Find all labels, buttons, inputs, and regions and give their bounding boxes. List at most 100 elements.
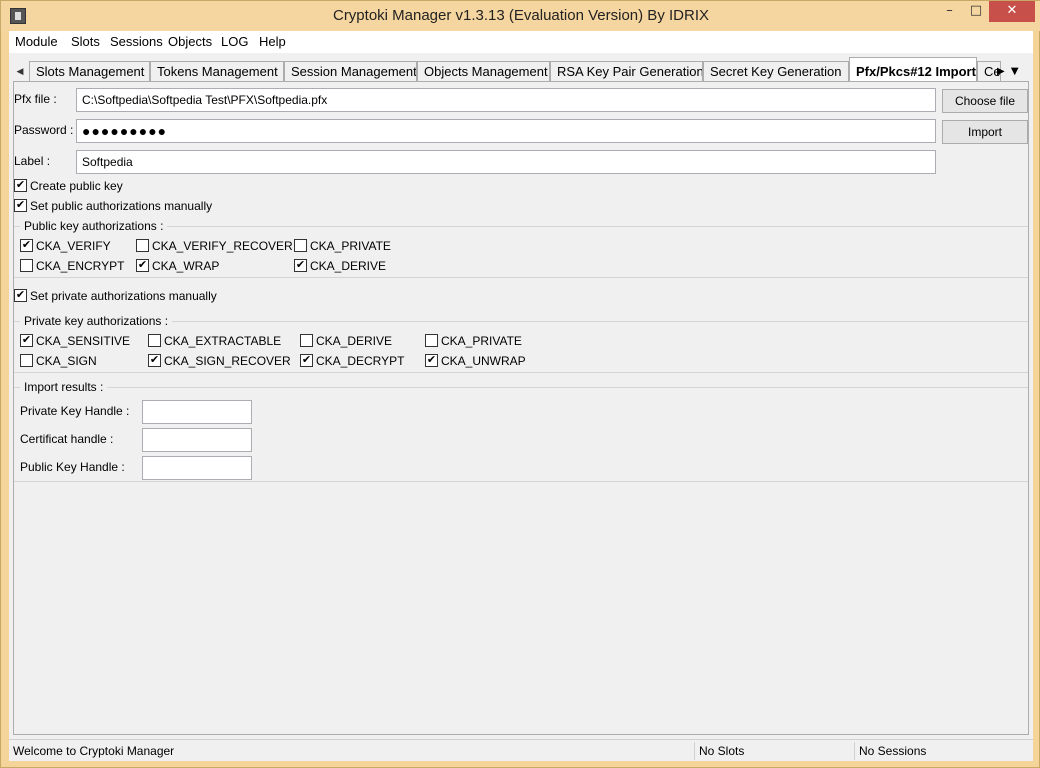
checkbox-box[interactable]: [425, 334, 438, 347]
tab-objects-management[interactable]: Objects Management: [417, 61, 550, 83]
pub-cka-derive-checkbox[interactable]: CKA_DERIVE: [294, 259, 386, 275]
checkbox-box[interactable]: [300, 334, 313, 347]
priv-cka-sign-recover-checkbox[interactable]: CKA_SIGN_RECOVER: [148, 354, 291, 370]
tab-scroll-left-icon[interactable]: ◀: [13, 61, 27, 83]
tab-secret-key-generation[interactable]: Secret Key Generation: [703, 61, 849, 83]
set-public-auth-label: Set public authorizations manually: [30, 199, 213, 213]
priv-cka-unwrap-label: CKA_UNWRAP: [441, 354, 526, 368]
client-area: ◀ Slots Management Tokens Management Ses…: [9, 53, 1033, 739]
create-public-key-checkbox[interactable]: Create public key: [14, 179, 123, 195]
private-key-authorizations-group: Private key authorizations : CKA_SENSITI…: [14, 314, 1028, 373]
label-input[interactable]: Softpedia: [76, 150, 936, 174]
create-public-key-label: Create public key: [30, 179, 123, 193]
priv-cka-decrypt-label: CKA_DECRYPT: [316, 354, 405, 368]
pub-cka-wrap-checkbox[interactable]: CKA_WRAP: [136, 259, 219, 275]
checkbox-box[interactable]: [300, 354, 313, 367]
minimize-button[interactable]: –: [936, 1, 963, 22]
priv-cka-decrypt-checkbox[interactable]: CKA_DECRYPT: [300, 354, 404, 370]
certificat-handle-label: Certificat handle :: [20, 432, 114, 446]
tab-scroll-right-icon[interactable]: ▶: [997, 66, 1005, 77]
priv-cka-derive-checkbox[interactable]: CKA_DERIVE: [300, 334, 392, 350]
checkbox-box[interactable]: [14, 199, 27, 212]
import-results-group: Import results : Private Key Handle : Ce…: [14, 380, 1028, 482]
title-bar: Cryptoki Manager v1.3.13 (Evaluation Ver…: [1, 1, 1040, 31]
set-private-auth-checkbox[interactable]: Set private authorizations manually: [14, 289, 217, 305]
priv-cka-extractable-checkbox[interactable]: CKA_EXTRACTABLE: [148, 334, 281, 350]
checkbox-box[interactable]: [20, 239, 33, 252]
public-key-authorizations-group: Public key authorizations : CKA_VERIFY C…: [14, 219, 1028, 278]
menu-slots[interactable]: Slots: [71, 34, 100, 49]
pfx-file-input[interactable]: C:\Softpedia\Softpedia Test\PFX\Softpedi…: [76, 88, 936, 112]
private-key-handle-label: Private Key Handle :: [20, 404, 130, 418]
priv-cka-sign-label: CKA_SIGN: [36, 354, 97, 368]
private-key-authorizations-title: Private key authorizations :: [20, 314, 173, 328]
status-sessions: No Sessions: [859, 744, 927, 758]
certificat-handle-field[interactable]: [142, 428, 252, 452]
checkbox-box[interactable]: [14, 289, 27, 302]
tab-session-management[interactable]: Session Management: [284, 61, 417, 83]
tab-tokens-management[interactable]: Tokens Management: [150, 61, 284, 83]
tab-slots-management[interactable]: Slots Management: [29, 61, 150, 83]
priv-cka-unwrap-checkbox[interactable]: CKA_UNWRAP: [425, 354, 526, 370]
checkbox-box[interactable]: [136, 239, 149, 252]
checkbox-box[interactable]: [20, 259, 33, 272]
pfx-file-label: Pfx file :: [14, 92, 57, 106]
menu-bar: Module Slots Sessions Objects LOG Help: [9, 31, 1033, 53]
priv-cka-sign-checkbox[interactable]: CKA_SIGN: [20, 354, 97, 370]
close-button[interactable]: ✕: [989, 1, 1035, 22]
pub-cka-wrap-label: CKA_WRAP: [152, 259, 220, 273]
status-message: Welcome to Cryptoki Manager: [9, 742, 695, 760]
public-key-authorizations-title: Public key authorizations :: [20, 219, 168, 233]
choose-file-button[interactable]: Choose file: [942, 89, 1028, 113]
pfx-import-panel: Pfx file : C:\Softpedia\Softpedia Test\P…: [13, 81, 1029, 735]
set-public-auth-checkbox[interactable]: Set public authorizations manually: [14, 199, 212, 215]
checkbox-box[interactable]: [136, 259, 149, 272]
pub-cka-verify-recover-label: CKA_VERIFY_RECOVER: [152, 239, 293, 253]
checkbox-box[interactable]: [148, 354, 161, 367]
priv-cka-sensitive-checkbox[interactable]: CKA_SENSITIVE: [20, 334, 130, 350]
priv-cka-derive-label: CKA_DERIVE: [316, 334, 393, 348]
priv-cka-sign-recover-label: CKA_SIGN_RECOVER: [164, 354, 291, 368]
pub-cka-encrypt-checkbox[interactable]: CKA_ENCRYPT: [20, 259, 124, 275]
status-bar: Welcome to Cryptoki Manager No Slots No …: [9, 739, 1033, 761]
pub-cka-encrypt-label: CKA_ENCRYPT: [36, 259, 125, 273]
checkbox-box[interactable]: [20, 334, 33, 347]
checkbox-box[interactable]: [294, 239, 307, 252]
pub-cka-private-checkbox[interactable]: CKA_PRIVATE: [294, 239, 391, 255]
pub-cka-verify-checkbox[interactable]: CKA_VERIFY: [20, 239, 111, 255]
menu-module[interactable]: Module: [15, 34, 58, 49]
menu-log[interactable]: LOG: [221, 34, 248, 49]
window-title: Cryptoki Manager v1.3.13 (Evaluation Ver…: [332, 7, 709, 24]
password-input[interactable]: ●●●●●●●●●: [76, 119, 936, 143]
label-label: Label :: [14, 154, 51, 168]
priv-cka-extractable-label: CKA_EXTRACTABLE: [164, 334, 282, 348]
tab-strip: ◀ Slots Management Tokens Management Ses…: [9, 57, 1033, 85]
priv-cka-sensitive-label: CKA_SENSITIVE: [36, 334, 131, 348]
private-key-handle-field[interactable]: [142, 400, 252, 424]
status-slots: No Slots: [695, 742, 855, 760]
pub-cka-verify-label: CKA_VERIFY: [36, 239, 111, 253]
tab-rsa-key-pair-generation[interactable]: RSA Key Pair Generation: [550, 61, 703, 83]
maximize-button[interactable]: □: [963, 1, 989, 22]
priv-cka-private-checkbox[interactable]: CKA_PRIVATE: [425, 334, 522, 350]
set-private-auth-label: Set private authorizations manually: [30, 289, 217, 303]
password-label: Password :: [14, 123, 74, 137]
menu-objects[interactable]: Objects: [168, 34, 212, 49]
checkbox-box[interactable]: [294, 259, 307, 272]
tab-scroll-arrows: ▶ ▼: [997, 61, 1033, 83]
import-results-title: Import results :: [20, 380, 108, 394]
public-key-handle-label: Public Key Handle :: [20, 460, 125, 474]
menu-help[interactable]: Help: [259, 34, 286, 49]
checkbox-box[interactable]: [425, 354, 438, 367]
import-button[interactable]: Import: [942, 120, 1028, 144]
menu-sessions[interactable]: Sessions: [110, 34, 163, 49]
pub-cka-private-label: CKA_PRIVATE: [310, 239, 391, 253]
pub-cka-verify-recover-checkbox[interactable]: CKA_VERIFY_RECOVER: [136, 239, 293, 255]
tab-list-dropdown-icon[interactable]: ▼: [1011, 66, 1019, 77]
checkbox-box[interactable]: [14, 179, 27, 192]
main-window: Cryptoki Manager v1.3.13 (Evaluation Ver…: [0, 0, 1040, 768]
public-key-handle-field[interactable]: [142, 456, 252, 480]
checkbox-box[interactable]: [148, 334, 161, 347]
checkbox-box[interactable]: [20, 354, 33, 367]
priv-cka-private-label: CKA_PRIVATE: [441, 334, 522, 348]
